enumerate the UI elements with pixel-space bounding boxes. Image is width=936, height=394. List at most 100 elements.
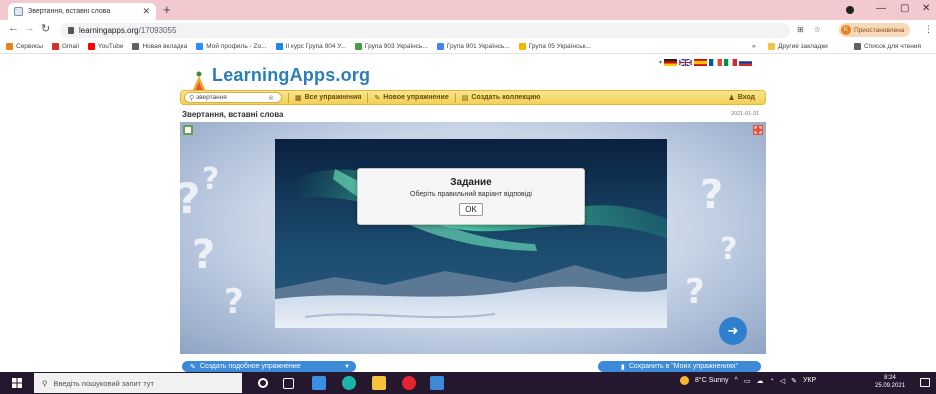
bookmark-favicon-icon [275,43,283,50]
bookmark-label: Gmail [61,43,79,50]
minimize-button[interactable]: — [876,3,886,14]
qr-code-icon[interactable]: ⊞ [797,25,804,34]
exercise-stage[interactable]: ? ? ? ? ? ? ? [180,122,766,354]
bookmark-icon: ▮ [621,363,625,371]
create-similar-button[interactable]: ✎ Создать подобное упражнение ▼ [182,361,356,372]
pen-icon[interactable]: ✎ [791,377,797,385]
bookmark-favicon-icon [51,43,59,50]
weather-label[interactable]: 8°C Sunny [695,377,729,384]
wifi-icon[interactable]: ◔ [769,377,773,384]
reading-list[interactable]: Список для чтения [854,43,921,50]
question-mark-decoration-icon: ? [180,174,200,223]
bookmark-star-icon[interactable]: ☆ [814,25,821,34]
notifications-icon[interactable] [920,378,930,387]
exercise-date: 2021-01-31 [731,111,760,117]
close-tab-icon[interactable]: ✕ [142,6,150,17]
file-explorer-icon[interactable] [372,376,386,390]
profile-button[interactable]: K Приостановлена [839,23,911,37]
bookmark-other-label: Другие закладки [778,43,828,50]
back-arrow-icon[interactable]: ← [8,22,19,34]
language-selector[interactable]: ▾ [659,59,753,66]
pencil-icon: ✎ [374,94,381,102]
bookmark-label: YouTube [97,43,124,50]
nav-login[interactable]: ♟ Вход [728,94,755,102]
url-text[interactable]: learningapps.org/17093055 [79,26,176,35]
save-to-my-exercises-button[interactable]: ▮ Сохранить в "Моих упражнениях" [598,361,761,372]
lock-icon [68,27,74,34]
sun-icon [680,376,689,385]
bookmark-item[interactable]: ІІ курс Група 904 У... [275,43,346,50]
input-language[interactable]: УКР [803,377,816,384]
question-mark-decoration-icon: ? [224,282,244,322]
search-icon: ⚲ [42,378,48,388]
clock-time: 8:24 [884,375,896,381]
exercise-title: Звертання, вставні слова [182,110,284,119]
flag-gb-icon[interactable] [679,59,693,66]
flag-de-icon[interactable] [664,59,678,66]
address-bar[interactable]: learningapps.org/17093055 [60,23,790,38]
ok-button[interactable]: OK [459,203,483,216]
reload-icon[interactable]: ↻ [41,22,50,35]
reading-list-icon [854,43,861,50]
bookmark-item[interactable]: Gmail [51,43,79,50]
url-host: learningapps.org [79,26,139,35]
close-window-button[interactable]: ✕ [922,3,930,14]
question-mark-decoration-icon: ? [720,232,738,267]
profile-status-label: Приостановлена [854,26,905,34]
fullscreen-icon[interactable] [753,125,763,135]
nav-new-exercise[interactable]: ✎ Новое упражнение [374,94,448,102]
clock-date: 25.09.2021 [875,383,906,389]
recording-indicator-icon [846,6,854,14]
taskbar-search[interactable]: ⚲ Введіть пошуковий запит тут [34,373,242,393]
bookmark-label: Група 05 Українськ... [528,43,591,50]
mail-app-icon[interactable] [312,376,326,390]
flag-ru-icon[interactable] [739,59,753,66]
bookmark-label: ІІ курс Група 904 У... [285,43,346,50]
volume-icon[interactable]: ◁ [780,377,785,385]
bookmark-favicon-icon [436,43,444,50]
browser-tab[interactable]: Звертання, вставні слова ✕ [8,3,156,20]
bookmark-item[interactable]: Мой профиль - Zo... [196,43,267,50]
bookmark-item[interactable]: YouTube [87,43,124,50]
search-icon: ⚲ [189,94,195,102]
clear-search-icon[interactable]: ⊗ [268,94,274,102]
bookmark-item[interactable]: Група 05 Українськ... [518,43,591,50]
new-tab-button[interactable]: + [163,2,171,17]
windows-taskbar: ⚲ Введіть пошуковий запит тут 8°C Sunny … [0,372,936,394]
flag-es-icon[interactable] [694,59,708,66]
system-tray: 8°C Sunny ^ ▭ ☁ ◔ ◁ ✎ УКР [680,376,816,385]
windows-start-icon[interactable] [12,378,22,388]
cortana-icon[interactable] [258,378,268,388]
onedrive-icon[interactable]: ☁ [756,377,763,385]
task-view-icon[interactable] [283,378,294,389]
bookmark-item[interactable]: Сервисы [6,43,43,50]
flag-fr-icon[interactable] [709,59,723,66]
reading-list-label: Список для чтения [864,43,921,50]
url-path: /17093055 [138,26,177,35]
edge-icon[interactable] [342,376,356,390]
nav-create-collection[interactable]: ▤ Создать коллекцию [462,94,541,102]
battery-icon[interactable]: ▭ [744,377,751,385]
avatar: K [841,25,851,35]
flag-it-icon[interactable] [724,59,738,66]
chrome-app-icon[interactable] [430,376,444,390]
bookmark-other[interactable]: Другие закладки [768,43,828,50]
bookmark-item[interactable]: Новая вкладка [132,43,187,50]
save-label: Сохранить в "Моих упражнениях" [628,363,738,370]
bookmark-item[interactable]: Група 901 Українсь... [436,43,510,50]
bookmark-item[interactable]: Група 903 Українсь... [354,43,428,50]
nav-all-exercises[interactable]: ▦ Все упражнения [295,94,361,102]
dropdown-caret-icon: ▾ [659,60,663,66]
taskbar-clock[interactable]: 8:24 25.09.2021 [875,374,905,390]
taskbar-search-placeholder: Введіть пошуковий запит тут [53,378,154,388]
next-button[interactable]: ➜ [719,317,747,345]
dropdown-caret-icon[interactable]: ▼ [344,364,350,370]
show-hidden-icons-icon[interactable]: ^ [735,377,738,384]
search-input[interactable] [196,94,267,101]
folder-icon [768,43,775,50]
opera-icon[interactable] [402,376,416,390]
bookmarks-overflow-button[interactable]: » [752,43,756,50]
forward-arrow-icon[interactable]: → [24,22,35,34]
maximize-button[interactable]: ▢ [900,3,909,14]
more-menu-icon[interactable]: ⋮ [924,24,933,35]
